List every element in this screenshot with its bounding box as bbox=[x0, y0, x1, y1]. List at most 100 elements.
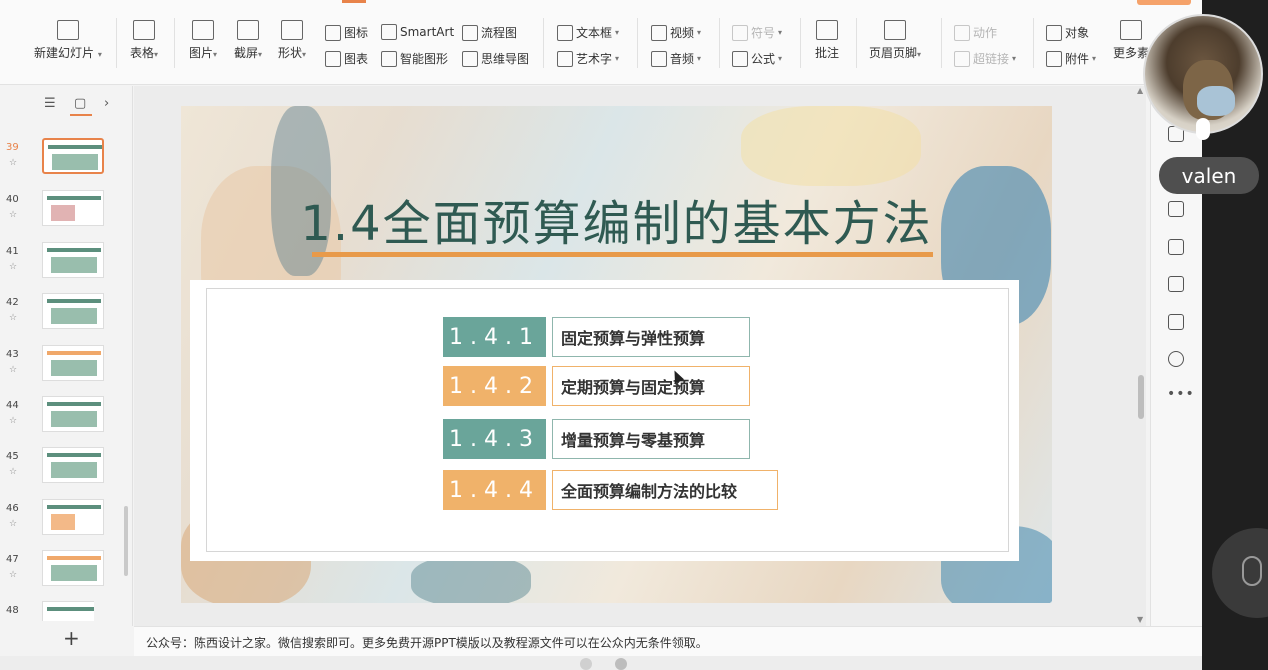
star-icon[interactable]: ☆ bbox=[9, 416, 17, 426]
slide-thumbnail[interactable]: 40 ☆ bbox=[4, 190, 104, 230]
attachment-label: 附件 bbox=[1065, 52, 1090, 66]
flowchart-icon bbox=[462, 24, 478, 41]
slide-thumbnail[interactable]: 39 ☆ bbox=[4, 138, 104, 178]
mindmap-button[interactable]: 思维导图 bbox=[462, 50, 529, 67]
shape-label: 形状 bbox=[278, 46, 303, 60]
slide-thumbnail[interactable]: 42 ☆ bbox=[4, 293, 104, 333]
ribbon-separator bbox=[543, 18, 544, 68]
section-number-badge[interactable]: 1.4.4 bbox=[443, 470, 546, 510]
picture-icon bbox=[192, 20, 215, 40]
slide-thumbnail[interactable]: 45 ☆ bbox=[4, 447, 104, 487]
slide-thumbnail[interactable]: 48 bbox=[4, 601, 94, 621]
textbox-label: 文本框 bbox=[576, 26, 613, 40]
flowchart-button[interactable]: 流程图 bbox=[462, 24, 517, 41]
attachment-button[interactable]: 附件 ▾ bbox=[1046, 50, 1096, 67]
mindmap-label: 思维导图 bbox=[481, 52, 530, 66]
star-icon[interactable]: ☆ bbox=[9, 158, 17, 168]
slide-title[interactable]: 1.4全面预算编制的基本方法 bbox=[181, 184, 1052, 254]
comment-pane-icon[interactable] bbox=[1168, 201, 1184, 217]
template-icon[interactable] bbox=[1168, 276, 1184, 292]
slide-thumbnail[interactable]: 46 ☆ bbox=[4, 499, 104, 539]
slide-thumbnail[interactable]: 41 ☆ bbox=[4, 242, 104, 282]
section-number-badge[interactable]: 1.4.1 bbox=[443, 317, 546, 357]
thumbnail-image bbox=[42, 345, 104, 381]
shape-button[interactable]: 形状▾ bbox=[278, 20, 306, 61]
section-title[interactable]: 固定预算与弹性预算 bbox=[552, 317, 750, 357]
wordart-label: 艺术字 bbox=[576, 52, 613, 66]
materials-icon bbox=[1120, 20, 1142, 40]
animation-icon[interactable] bbox=[1168, 314, 1184, 330]
view-tab-indicator bbox=[70, 114, 92, 116]
content-panel: 1.4.1 固定预算与弹性预算 1.4.2 定期预算与固定预算 1.4.3 增量… bbox=[190, 280, 1019, 561]
formula-button[interactable]: 公式 ▾ bbox=[732, 50, 782, 67]
scroll-up-icon[interactable]: ▲ bbox=[1137, 86, 1143, 95]
thumbnail-image bbox=[42, 396, 104, 432]
outline-view-icon[interactable]: ☰ bbox=[44, 96, 56, 111]
chevron-right-icon[interactable]: › bbox=[104, 96, 109, 111]
icon-button[interactable]: 图标 bbox=[325, 24, 368, 41]
section-number-badge[interactable]: 1.4.3 bbox=[443, 419, 546, 459]
table-button[interactable]: 表格▾ bbox=[130, 20, 158, 61]
new-slide-button[interactable]: 新建幻灯片 ▾ bbox=[34, 20, 102, 61]
video-button[interactable]: 视频 ▾ bbox=[651, 24, 701, 41]
paperclip-icon bbox=[1046, 50, 1062, 67]
current-slide[interactable]: 1.4全面预算编制的基本方法 1.4.1 固定预算与弹性预算 1.4.2 定期预… bbox=[181, 106, 1052, 603]
more-materials-button[interactable]: 更多素 bbox=[1113, 20, 1149, 61]
wordart-button[interactable]: 艺术字 ▾ bbox=[557, 50, 619, 67]
background-brush bbox=[411, 556, 531, 603]
notes-bar[interactable]: 公众号：陈西设计之家。微信搜索即可。更多免费开源PPT模版以及教程源文件可以在公… bbox=[134, 626, 1202, 656]
slide-thumbnail[interactable]: 47 ☆ bbox=[4, 550, 104, 590]
star-icon[interactable]: ☆ bbox=[9, 262, 17, 272]
chart-icon bbox=[325, 50, 341, 67]
section-title[interactable]: 增量预算与零基预算 bbox=[552, 419, 750, 459]
participant-name: valen bbox=[1159, 157, 1259, 194]
participant-avatar[interactable] bbox=[1143, 14, 1263, 134]
slide-view-icon[interactable]: ▢ bbox=[74, 96, 86, 111]
star-icon[interactable]: ☆ bbox=[9, 210, 17, 220]
presentation-app: 新建幻灯片 ▾ 表格▾ 图片▾ 截屏▾ 形状▾ 图标 图表 SmartArt 智… bbox=[0, 0, 1268, 670]
thumbnail-image bbox=[42, 601, 94, 621]
more-options-icon[interactable]: ••• bbox=[1167, 386, 1195, 402]
star-icon[interactable]: ☆ bbox=[9, 467, 17, 477]
slide-notes[interactable]: 公众号：陈西设计之家。微信搜索即可。更多免费开源PPT模版以及教程源文件可以在公… bbox=[146, 634, 708, 651]
object-button[interactable]: 对象 bbox=[1046, 24, 1089, 41]
star-icon[interactable]: ☆ bbox=[9, 570, 17, 580]
slide-thumbnail-panel: ☰ ▢ › 39 ☆ 40 ☆ 41 ☆ 42 ☆ 43 ☆ 44 ☆ 45 ☆… bbox=[0, 86, 133, 650]
action-button[interactable]: 动作 bbox=[954, 24, 997, 41]
tools-icon[interactable] bbox=[1168, 239, 1184, 255]
chart-button[interactable]: 图表 bbox=[325, 50, 368, 67]
new-slide-icon bbox=[56, 20, 79, 40]
title-underline bbox=[312, 252, 933, 257]
history-icon[interactable] bbox=[1168, 351, 1184, 367]
symbol-button[interactable]: 符号 ▾ bbox=[732, 24, 782, 41]
star-icon[interactable]: ☆ bbox=[9, 519, 17, 529]
picture-button[interactable]: 图片▾ bbox=[189, 20, 217, 61]
thumbnail-image bbox=[42, 293, 104, 329]
screenshot-button[interactable]: 截屏▾ bbox=[234, 20, 262, 61]
canvas-scrollbar[interactable] bbox=[1138, 375, 1144, 419]
section-number-badge[interactable]: 1.4.2 bbox=[443, 366, 546, 406]
slide-thumbnail[interactable]: 44 ☆ bbox=[4, 396, 104, 436]
star-icon[interactable]: ☆ bbox=[9, 313, 17, 323]
slide-canvas: 1.4全面预算编制的基本方法 1.4.1 固定预算与弹性预算 1.4.2 定期预… bbox=[134, 86, 1146, 626]
microphone-icon[interactable] bbox=[1196, 118, 1210, 140]
status-dot bbox=[580, 658, 592, 670]
textbox-icon bbox=[557, 24, 573, 41]
icons-library-icon bbox=[325, 24, 341, 41]
scroll-down-icon[interactable]: ▼ bbox=[1137, 615, 1143, 624]
comment-button[interactable]: 批注 bbox=[815, 20, 839, 61]
star-icon[interactable]: ☆ bbox=[9, 365, 17, 375]
status-bar bbox=[0, 656, 1268, 670]
header-footer-button[interactable]: 页眉页脚▾ bbox=[869, 20, 921, 61]
section-title[interactable]: 全面预算编制方法的比较 bbox=[552, 470, 778, 510]
symbol-icon bbox=[732, 24, 748, 41]
section-title[interactable]: 定期预算与固定预算 bbox=[552, 366, 750, 406]
hyperlink-button[interactable]: 超链接 ▾ bbox=[954, 50, 1016, 67]
smart-shape-button[interactable]: 智能图形 bbox=[381, 50, 448, 67]
thumbnail-scrollbar[interactable] bbox=[124, 506, 128, 576]
textbox-button[interactable]: 文本框 ▾ bbox=[557, 24, 619, 41]
smartart-button[interactable]: SmartArt bbox=[381, 24, 454, 40]
audio-button[interactable]: 音频 ▾ bbox=[651, 50, 701, 67]
slide-thumbnail[interactable]: 43 ☆ bbox=[4, 345, 104, 385]
add-slide-button[interactable]: + bbox=[63, 626, 80, 650]
